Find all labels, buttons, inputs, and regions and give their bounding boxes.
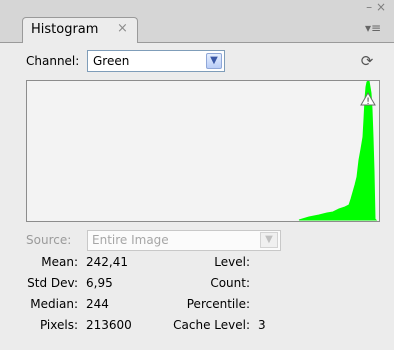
median-label: Median:: [30, 297, 78, 311]
warning-mark: !: [366, 97, 370, 106]
cache-level-label: Cache Level:: [173, 318, 250, 332]
mean-label: Mean:: [41, 255, 78, 269]
cache-level-value: 3: [258, 318, 266, 332]
warning-icon[interactable]: !: [360, 92, 376, 106]
histogram-display: !: [26, 80, 380, 222]
histogram-panel: – × Histogram × ▾≡ Channel: Green ▼ ⟳ ! …: [0, 0, 394, 350]
panel-tab-bar: – × Histogram × ▾≡: [0, 0, 394, 43]
chevron-down-icon[interactable]: ▼: [260, 232, 278, 248]
level-label: Level:: [214, 255, 250, 269]
channel-label: Channel:: [26, 54, 80, 68]
mean-value: 242,41: [86, 255, 128, 269]
close-icon[interactable]: ×: [117, 21, 128, 36]
source-selected-value: Entire Image: [92, 233, 169, 247]
percentile-label: Percentile:: [186, 297, 250, 311]
pixels-value: 213600: [86, 318, 132, 332]
pixels-label: Pixels:: [39, 318, 78, 332]
tab-histogram[interactable]: Histogram ×: [22, 17, 138, 43]
median-value: 244: [86, 297, 109, 311]
source-label: Source:: [26, 233, 72, 247]
source-select[interactable]: Entire Image ▼: [87, 230, 281, 251]
histogram-graph: [298, 81, 378, 221]
channel-select[interactable]: Green ▼: [87, 50, 225, 72]
refresh-icon[interactable]: ⟳: [359, 53, 375, 69]
channel-selected-value: Green: [93, 54, 130, 68]
count-label: Count:: [210, 276, 250, 290]
std-dev-label: Std Dev:: [27, 276, 78, 290]
tab-histogram-label: Histogram: [31, 22, 99, 37]
panel-menu-icon[interactable]: ▾≡: [361, 18, 385, 38]
std-dev-value: 6,95: [86, 276, 113, 290]
chevron-down-icon[interactable]: ▼: [206, 53, 222, 69]
window-controls[interactable]: – ×: [364, 0, 386, 16]
